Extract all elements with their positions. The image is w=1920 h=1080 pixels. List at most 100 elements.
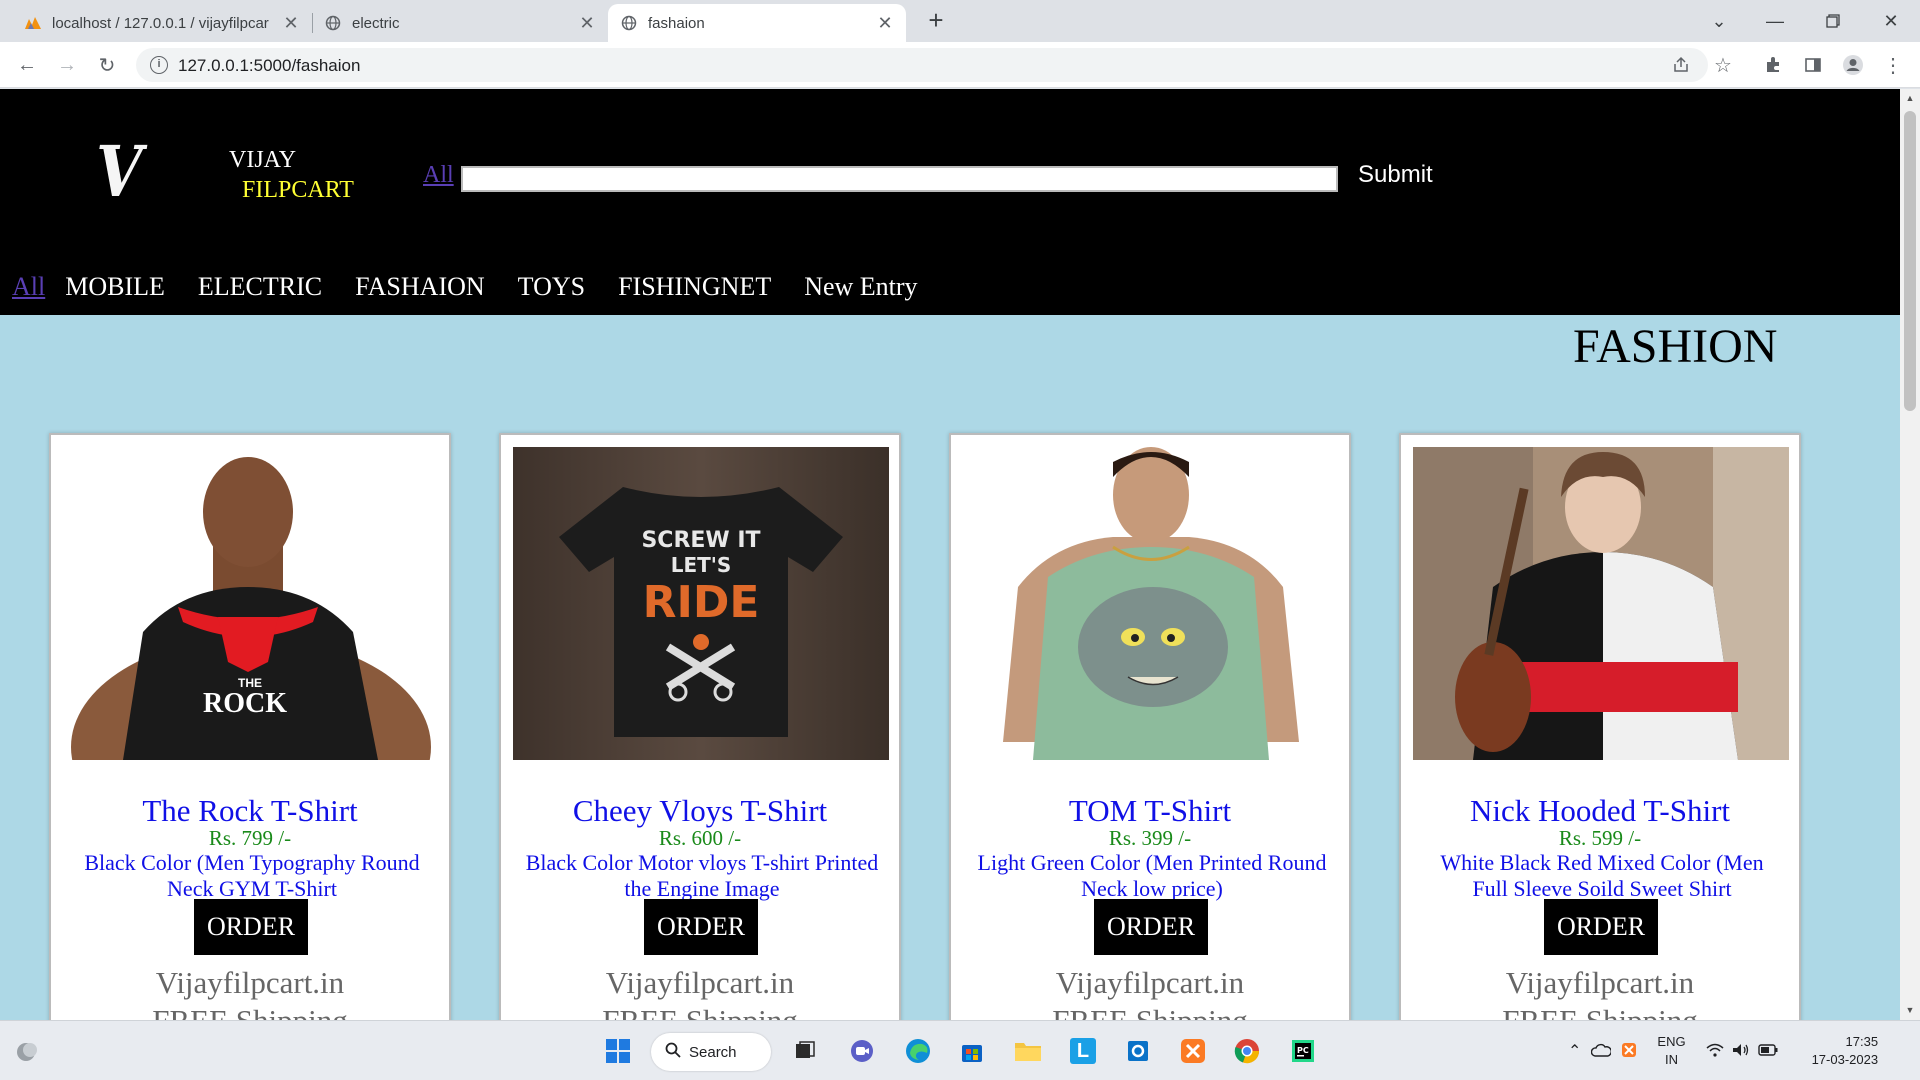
forward-arrow-icon[interactable]: → [52,50,82,80]
windows-start-icon[interactable] [598,1031,638,1071]
browser-toolbar: ← → ↻ i 127.0.0.1:5000/fashaion ☆ ⋮ [0,42,1920,88]
share-icon[interactable] [1668,52,1694,78]
address-bar[interactable]: i 127.0.0.1:5000/fashaion [136,48,1708,82]
product-image[interactable]: SCREW IT LET'S RIDE [513,447,889,760]
search-category-all-link[interactable]: All [423,162,454,189]
search-input[interactable] [461,166,1338,192]
menu-item-toys[interactable]: TOYS [518,272,585,302]
restore-icon[interactable] [1810,0,1856,42]
task-view-icon[interactable] [785,1031,825,1071]
product-card: THE ROCK The Rock T-Shirt Rs. 799 /- Bla… [49,433,451,1020]
info-icon[interactable]: i [150,56,168,74]
submit-button[interactable]: Submit [1358,161,1433,189]
bookmark-star-icon[interactable]: ☆ [1710,52,1736,78]
chrome-icon[interactable] [1227,1031,1267,1071]
microsoft-store-icon[interactable] [952,1031,992,1071]
product-image[interactable] [963,447,1339,760]
outlook-icon[interactable] [1118,1031,1158,1071]
menu-item-all[interactable]: All [12,272,45,302]
product-site-label: Vijayfilpcart.in [605,965,795,1000]
product-description: Black Color (Men Typography Round Neck G… [84,850,420,901]
product-price: Rs. 799 /- [208,826,292,850]
side-panel-icon[interactable] [1800,52,1826,78]
back-arrow-icon[interactable]: ← [12,50,42,80]
system-tray: ⌃ ENG IN 17:35 17-03-2023 [1568,1021,1878,1080]
product-price: Rs. 599 /- [1558,826,1642,850]
tray-overflow-icon[interactable]: ⌃ [1568,1041,1581,1061]
product-card: TOM T-Shirt Rs. 399 /- Light Green Color… [949,433,1351,1020]
pycharm-icon[interactable]: PC [1283,1031,1323,1071]
product-image[interactable]: THE ROCK [63,447,439,760]
tab-phpmyadmin[interactable]: localhost / 127.0.0.1 / vijayfilpcar ✕ [12,4,312,42]
clock[interactable]: 17:35 17-03-2023 [1812,1033,1879,1069]
page-title: FASHION [1573,320,1778,373]
page-viewport: V VIJAY FILPCART All Submit All MOBILE E… [0,89,1900,1020]
product-title[interactable]: TOM T-Shirt [951,793,1349,829]
close-icon[interactable]: ✕ [876,13,894,34]
brand-line-1: VIJAY [229,147,297,173]
page-scrollbar[interactable]: ▲ ▼ [1900,89,1920,1020]
scroll-down-icon[interactable]: ▼ [1904,1005,1916,1015]
tab-fashaion[interactable]: fashaion ✕ [608,4,906,42]
shirt-print-text: SCREW IT [641,528,760,553]
menu-item-fishingnet[interactable]: FISHINGNET [618,272,771,302]
teams-chat-icon[interactable] [842,1031,882,1071]
edge-browser-icon[interactable] [898,1031,938,1071]
clock-time: 17:35 [1845,1034,1879,1049]
xampp-tray-icon[interactable] [1621,1042,1637,1061]
product-title[interactable]: Cheey Vloys T-Shirt [501,793,899,829]
product-site-label: Vijayfilpcart.in [1505,965,1695,1000]
close-icon[interactable]: ✕ [578,13,596,34]
wifi-icon[interactable] [1706,1043,1724,1060]
product-title[interactable]: Nick Hooded T-Shirt [1401,793,1799,829]
reload-icon[interactable]: ↻ [92,50,122,80]
product-title[interactable]: The Rock T-Shirt [51,793,449,829]
product-description: Black Color Motor vloys T-shirt Printed … [525,850,879,901]
order-button[interactable]: ORDER [1544,899,1658,955]
product-card: SCREW IT LET'S RIDE Cheey Vloys T-Shirt … [499,433,901,1020]
taskbar-search[interactable]: Search [651,1033,771,1071]
url-text[interactable]: 127.0.0.1:5000/fashaion [178,56,360,76]
browser-tab-bar: localhost / 127.0.0.1 / vijayfilpcar ✕ e… [0,0,1920,42]
shirt-print-text: RIDE [643,577,760,628]
product-description: Light Green Color (Men Printed Round Nec… [977,850,1327,901]
volume-icon[interactable] [1732,1043,1750,1060]
file-explorer-icon[interactable] [1008,1031,1048,1071]
site-logo[interactable]: V [96,137,142,207]
l-app-icon[interactable]: L [1063,1031,1103,1071]
product-shipping-label: FREE Shipping [501,1003,899,1020]
order-button[interactable]: ORDER [644,899,758,955]
order-button[interactable]: ORDER [194,899,308,955]
menu-item-electric[interactable]: ELECTRIC [198,272,322,302]
category-menu: All MOBILE ELECTRIC FASHAION TOYS FISHIN… [12,272,951,302]
tab-search-chevron-icon[interactable]: ⌄ [1696,0,1742,42]
tab-electric[interactable]: electric ✕ [312,4,608,42]
menu-item-fashaion[interactable]: FASHAION [355,272,485,302]
scroll-thumb[interactable] [1904,111,1916,411]
shirt-print-text: ROCK [203,688,287,719]
svg-text:PC: PC [1297,1046,1309,1055]
brand-line-2: FILPCART [242,177,354,203]
close-icon[interactable]: ✕ [282,13,300,34]
minimize-icon[interactable]: — [1752,0,1798,42]
weather-widget-icon[interactable] [8,1031,48,1071]
battery-icon[interactable] [1757,1043,1778,1059]
close-window-icon[interactable]: ✕ [1868,0,1914,42]
new-tab-icon[interactable]: + [922,6,950,34]
onedrive-icon[interactable] [1591,1043,1613,1060]
menu-kebab-icon[interactable]: ⋮ [1880,52,1906,78]
menu-item-mobile[interactable]: MOBILE [65,272,165,302]
scroll-up-icon[interactable]: ▲ [1904,93,1916,103]
globe-icon [620,14,638,32]
extensions-icon[interactable] [1760,52,1786,78]
product-site-label: Vijayfilpcart.in [1055,965,1245,1000]
profile-avatar-icon[interactable] [1840,52,1866,78]
menu-item-new-entry[interactable]: New Entry [804,272,917,302]
xampp-icon[interactable] [1173,1031,1213,1071]
product-shipping-label: FREE Shipping [51,1003,449,1020]
language-indicator[interactable]: ENG IN [1657,1033,1685,1069]
product-price: Rs. 399 /- [1108,826,1192,850]
order-button[interactable]: ORDER [1094,899,1208,955]
product-site-label: Vijayfilpcart.in [155,965,345,1000]
product-image[interactable] [1413,447,1789,760]
